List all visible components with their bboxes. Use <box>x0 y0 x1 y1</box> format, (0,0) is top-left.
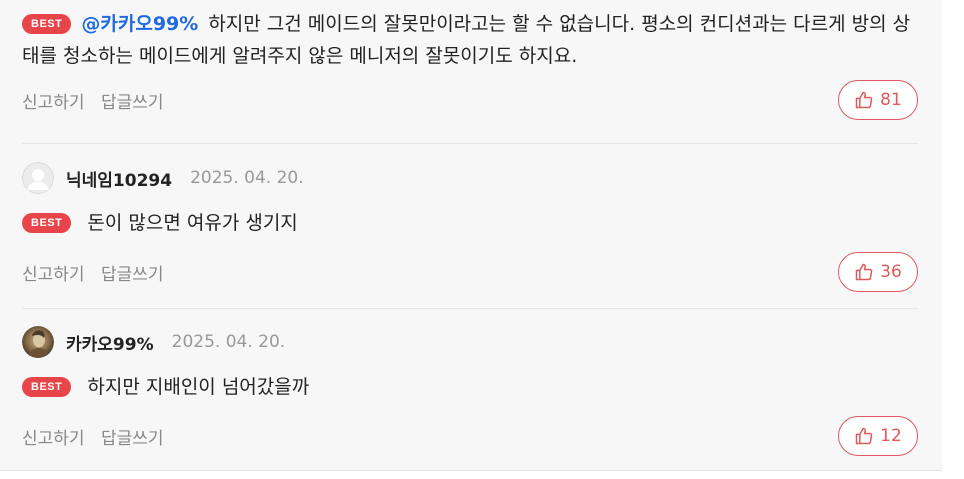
thumbs-up-icon <box>855 427 873 445</box>
comment-body: BEST @카카오99% 하지만 그건 메이드의 잘못만이라고는 할 수 없습니다… <box>22 8 918 72</box>
thumbs-up-icon <box>855 91 873 109</box>
like-count: 36 <box>880 262 902 282</box>
report-button[interactable]: 신고하기 <box>22 429 85 449</box>
best-badge: BEST <box>22 213 72 233</box>
comment-actions: 신고하기 답글쓰기 <box>22 88 175 113</box>
like-count: 81 <box>880 90 902 110</box>
comment-actions-row: 신고하기 답글쓰기 36 <box>22 252 918 292</box>
comment-actions-row: 신고하기 답글쓰기 81 <box>22 80 918 120</box>
like-button[interactable]: 36 <box>838 252 918 292</box>
reply-button[interactable]: 답글쓰기 <box>101 93 164 113</box>
like-count: 12 <box>880 426 902 446</box>
thumbs-up-icon <box>855 263 873 281</box>
best-badge: BEST <box>22 14 72 34</box>
mention-link[interactable]: @카카오99% <box>81 13 198 35</box>
comment-actions: 신고하기 답글쓰기 <box>22 260 175 285</box>
comment-body: BEST 돈이 많으면 여유가 생기지 <box>22 207 298 239</box>
report-button[interactable]: 신고하기 <box>22 93 85 113</box>
divider <box>22 143 918 144</box>
comment-actions: 신고하기 답글쓰기 <box>22 424 175 449</box>
comment-date: 2025. 04. 20. <box>190 168 304 188</box>
comment-item: BEST @카카오99% 하지만 그건 메이드의 잘못만이라고는 할 수 없습니다… <box>22 8 918 72</box>
comment-nickname[interactable]: 카카오99% <box>66 330 154 355</box>
comment-text: 하지만 지배인이 넘어갔을까 <box>87 376 310 398</box>
default-avatar-icon[interactable] <box>22 162 54 194</box>
comment-date: 2025. 04. 20. <box>171 332 286 352</box>
reply-button[interactable]: 답글쓰기 <box>101 429 164 449</box>
comment-list: BEST @카카오99% 하지만 그건 메이드의 잘못만이라고는 할 수 없습니다… <box>0 0 942 471</box>
comment-header: 카카오99% 2025. 04. 20. <box>22 325 285 359</box>
like-button[interactable]: 12 <box>838 416 918 456</box>
comment-header: 닉네임10294 2025. 04. 20. <box>22 161 304 195</box>
comment-text: 돈이 많으면 여유가 생기지 <box>87 212 298 234</box>
profile-photo-avatar[interactable] <box>22 326 54 358</box>
like-button[interactable]: 81 <box>838 80 918 120</box>
comment-body: BEST 하지만 지배인이 넘어갔을까 <box>22 371 309 403</box>
reply-button[interactable]: 답글쓰기 <box>101 265 164 285</box>
comment-nickname[interactable]: 닉네임10294 <box>66 166 172 191</box>
report-button[interactable]: 신고하기 <box>22 265 85 285</box>
comment-actions-row: 신고하기 답글쓰기 12 <box>22 416 918 456</box>
divider <box>22 308 918 309</box>
best-badge: BEST <box>22 377 72 397</box>
